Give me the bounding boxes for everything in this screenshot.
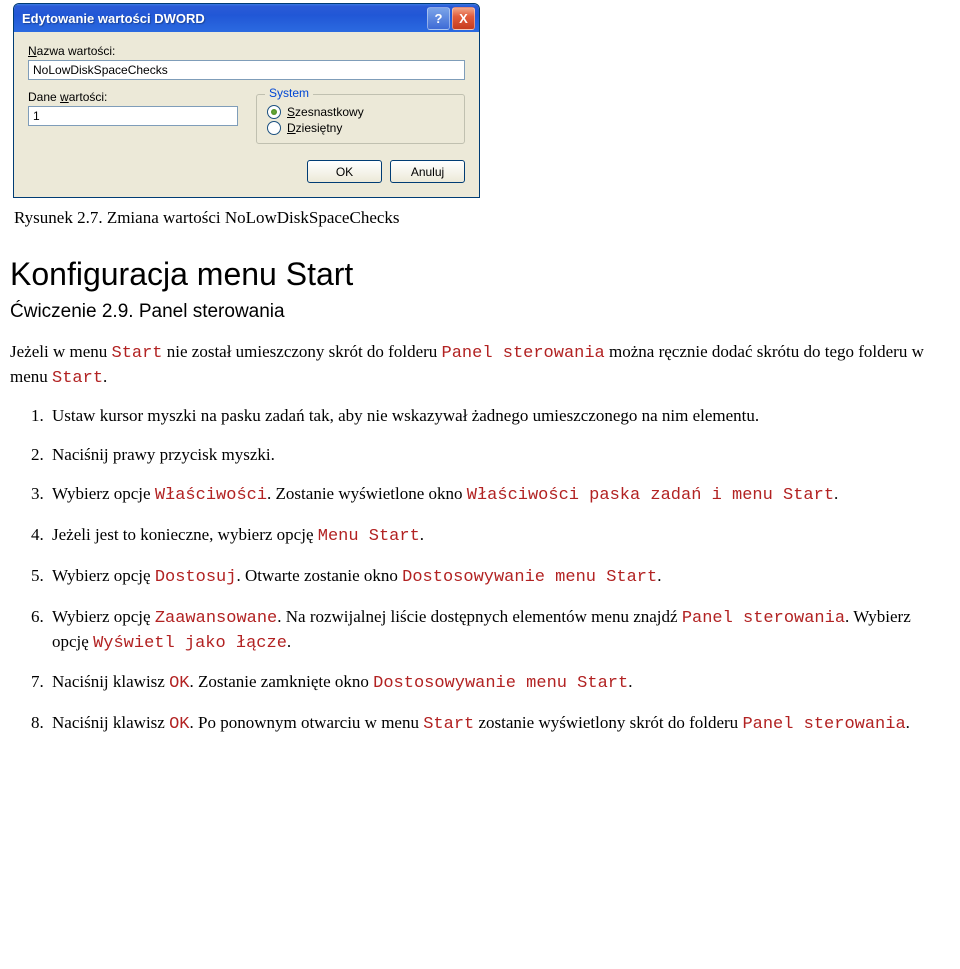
list-item: Wybierz opcję Dostosuj. Otwarte zostanie… (48, 565, 950, 590)
code-text: Dostosuj (155, 568, 237, 587)
intro-paragraph: Jeżeli w menu Start nie został umieszczo… (10, 341, 950, 391)
help-icon: ? (435, 11, 443, 26)
value-name-label: Nazwa wartości: (28, 44, 465, 58)
dialog-title: Edytowanie wartości DWORD (22, 11, 425, 26)
code-text: OK (169, 715, 189, 734)
figure-caption: Rysunek 2.7. Zmiana wartości NoLowDiskSp… (14, 208, 950, 228)
cancel-button[interactable]: Anuluj (390, 160, 465, 183)
text: . Na rozwijalnej liście dostępnych eleme… (277, 607, 682, 626)
code-text: Wyświetl jako łącze (93, 634, 287, 653)
text: . (657, 566, 661, 585)
radio-hex-row[interactable]: Szesnastkowy (267, 105, 454, 119)
text: . (834, 484, 838, 503)
code-text: OK (169, 674, 189, 693)
base-legend: System (265, 86, 313, 100)
text: nie został umieszczony skrót do folderu (163, 342, 442, 361)
code-text: Dostosowywanie menu Start (402, 568, 657, 587)
code-text: Właściwości paska zadań i menu Start (467, 486, 834, 505)
text: . Zostanie zamknięte okno (190, 672, 374, 691)
value-data-label: Dane wartości: (28, 90, 238, 104)
code-text: Start (112, 344, 163, 363)
code-text: Menu Start (318, 527, 420, 546)
list-item: Wybierz opcję Zaawansowane. Na rozwijaln… (48, 606, 950, 656)
code-text: Zaawansowane (155, 609, 277, 628)
radio-dec-label: Dziesiętny (287, 121, 342, 135)
text: Wybierz opcję (52, 566, 155, 585)
text: Naciśnij prawy przycisk myszki. (52, 445, 275, 464)
close-button[interactable]: X (452, 7, 475, 30)
steps-list: Ustaw kursor myszki na pasku zadań tak, … (42, 405, 950, 737)
value-data-input[interactable] (28, 106, 238, 126)
radio-dec-row[interactable]: Dziesiętny (267, 121, 454, 135)
radio-dec[interactable] (267, 121, 281, 135)
list-item: Naciśnij klawisz OK. Zostanie zamknięte … (48, 671, 950, 696)
code-text: Start (52, 369, 103, 388)
exercise-heading: Ćwiczenie 2.9. Panel sterowania (10, 301, 950, 323)
list-item: Naciśnij prawy przycisk myszki. (48, 444, 950, 467)
text: . (287, 632, 291, 651)
list-item: Naciśnij klawisz OK. Po ponownym otwarci… (48, 712, 950, 737)
list-item: Wybierz opcje Właściwości. Zostanie wyśw… (48, 483, 950, 508)
text: . (420, 525, 424, 544)
code-text: Panel sterowania (742, 715, 905, 734)
code-text: Panel sterowania (682, 609, 845, 628)
text: Naciśnij klawisz (52, 713, 169, 732)
section-heading: Konfiguracja menu Start (10, 256, 950, 293)
list-item: Jeżeli jest to konieczne, wybierz opcję … (48, 524, 950, 549)
code-text: Panel sterowania (442, 344, 605, 363)
code-text: Dostosowywanie menu Start (373, 674, 628, 693)
text: . (103, 367, 107, 386)
text: Wybierz opcje (52, 484, 155, 503)
text: Jeżeli jest to konieczne, wybierz opcję (52, 525, 318, 544)
radio-hex-label: Szesnastkowy (287, 105, 364, 119)
titlebar[interactable]: Edytowanie wartości DWORD ? X (14, 4, 479, 32)
text: . (628, 672, 632, 691)
base-groupbox: System Szesnastkowy Dziesiętny (256, 94, 465, 144)
text: Jeżeli w menu (10, 342, 112, 361)
list-item: Ustaw kursor myszki na pasku zadań tak, … (48, 405, 950, 428)
text: . (906, 713, 910, 732)
text: zostanie wyświetlony skrót do folderu (474, 713, 742, 732)
text: . Zostanie wyświetlone okno (267, 484, 467, 503)
code-text: Właściwości (155, 486, 267, 505)
text: Naciśnij klawisz (52, 672, 169, 691)
text: . Otwarte zostanie okno (236, 566, 402, 585)
close-icon: X (459, 11, 468, 26)
value-name-input[interactable] (28, 60, 465, 80)
help-button[interactable]: ? (427, 7, 450, 30)
text: . Po ponownym otwarciu w menu (190, 713, 424, 732)
radio-hex[interactable] (267, 105, 281, 119)
ok-button[interactable]: OK (307, 160, 382, 183)
code-text: Start (423, 715, 474, 734)
dword-edit-dialog: Edytowanie wartości DWORD ? X Nazwa wart… (13, 3, 480, 198)
text: Ustaw kursor myszki na pasku zadań tak, … (52, 406, 759, 425)
text: Wybierz opcję (52, 607, 155, 626)
